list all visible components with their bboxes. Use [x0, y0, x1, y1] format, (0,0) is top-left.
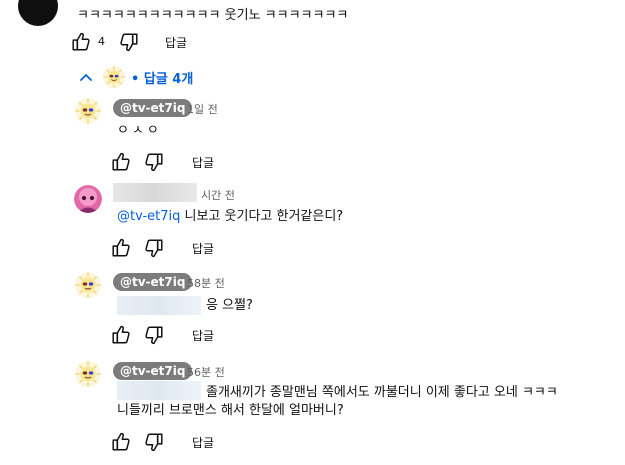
reply-author-handle[interactable]: @tv-et7iq [113, 273, 193, 291]
replies-toggle[interactable]: • 답글 4개 [78, 66, 193, 88]
reply-text-content: 니보고 웃기다고 한거같은디? [180, 209, 344, 224]
reply-timestamp[interactable]: 58분 전 [187, 275, 225, 291]
like-icon[interactable] [110, 324, 132, 346]
like-icon[interactable] [110, 431, 132, 453]
reply-avatar[interactable] [74, 271, 102, 299]
like-icon[interactable] [70, 31, 92, 53]
top-comment-avatar[interactable] [18, 0, 58, 26]
reply-text-line2: 니들끼리 브로맨스 해서 한달에 얼마버니? [117, 403, 344, 418]
top-comment-text: ㅋㅋㅋㅋㅋㅋㅋㅋㅋㅋㅋㅋ 웃기노 ㅋㅋㅋㅋㅋㅋㅋ [77, 8, 349, 23]
reply-timestamp[interactable]: 1일 전 [187, 101, 218, 117]
like-icon[interactable] [110, 237, 132, 259]
reply-author-handle[interactable]: @tv-et7iq [113, 362, 193, 380]
reply-timestamp[interactable]: 56분 전 [187, 364, 225, 380]
redacted-mention [117, 296, 201, 315]
redacted-mention [117, 381, 201, 400]
replier-avatar-icon [102, 65, 126, 89]
reply-author-handle[interactable]: @tv-et7iq [113, 99, 193, 117]
reply-timestamp[interactable]: 시간 전 [201, 187, 235, 203]
reply-button[interactable]: 답글 [165, 34, 187, 51]
dislike-icon[interactable] [143, 237, 165, 259]
like-icon[interactable] [110, 151, 132, 173]
mention-link[interactable]: @tv-et7iq [117, 209, 180, 224]
sun-face-avatar-icon [74, 360, 102, 388]
dislike-icon[interactable] [143, 151, 165, 173]
chevron-up-icon [80, 74, 92, 81]
pink-character-avatar-icon [74, 185, 102, 213]
reply-text: @tv-et7iq 니보고 웃기다고 한거같은디? [117, 208, 343, 226]
reply-text: ㅇㅅㅇ [117, 123, 162, 138]
like-count: 4 [98, 35, 105, 48]
reply-text-line1: 졸개새끼가 종말맨님 쪽에서도 까불더니 이제 좋다고 오네 ㅋㅋㅋ [206, 385, 558, 400]
reply-avatar[interactable] [74, 360, 102, 388]
redacted-author-name [113, 183, 197, 202]
reply-button[interactable]: 답글 [192, 154, 214, 171]
sun-face-avatar-icon [74, 97, 102, 125]
reply-button[interactable]: 답글 [192, 240, 214, 257]
dislike-icon[interactable] [143, 324, 165, 346]
reply-button[interactable]: 답글 [192, 327, 214, 344]
reply-avatar[interactable] [74, 185, 102, 213]
dislike-icon[interactable] [118, 31, 140, 53]
dislike-icon[interactable] [143, 431, 165, 453]
sun-face-avatar-icon [74, 271, 102, 299]
reply-avatar[interactable] [74, 97, 102, 125]
reply-text: 응 으쩔? [206, 298, 253, 313]
reply-button[interactable]: 답글 [192, 434, 214, 451]
replies-toggle-label: • 답글 4개 [131, 71, 194, 87]
